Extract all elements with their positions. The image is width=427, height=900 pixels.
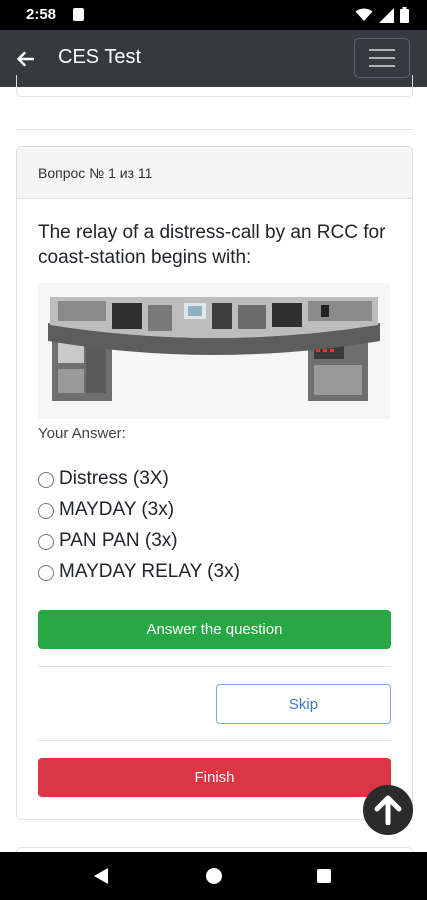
answer-option-label: MAYDAY RELAY (3x) bbox=[59, 560, 240, 582]
answer-option-label: PAN PAN (3x) bbox=[59, 529, 178, 551]
scroll-to-top-button[interactable] bbox=[363, 785, 413, 835]
signal-icon bbox=[379, 7, 394, 23]
question-counter: Вопрос № 1 из 11 bbox=[38, 165, 153, 181]
question-card: Вопрос № 1 из 11 The relay of a distress… bbox=[16, 146, 413, 820]
answer-option[interactable]: MAYDAY RELAY (3x) bbox=[38, 556, 240, 587]
status-time: 2:58 bbox=[26, 6, 57, 23]
system-nav-bar bbox=[0, 852, 427, 900]
status-bar: 2:58 bbox=[0, 0, 427, 30]
radio-button[interactable] bbox=[38, 565, 54, 581]
app-screen: 2:58 CES Test Вопрос № 1 из 11 The relay… bbox=[0, 0, 427, 900]
status-icons bbox=[355, 6, 409, 24]
finish-button[interactable]: Finish bbox=[38, 758, 391, 797]
answer-label: Your Answer: bbox=[38, 425, 126, 442]
radio-button[interactable] bbox=[38, 534, 54, 550]
radio-button[interactable] bbox=[38, 472, 54, 488]
back-arrow-icon bbox=[17, 51, 34, 67]
skip-button[interactable]: Skip bbox=[216, 684, 391, 724]
card-header: Вопрос № 1 из 11 bbox=[17, 147, 412, 199]
notification-icon bbox=[73, 8, 84, 21]
answer-option[interactable]: PAN PAN (3x) bbox=[38, 525, 240, 556]
arrow-up-icon bbox=[374, 795, 402, 825]
radio-button[interactable] bbox=[38, 503, 54, 519]
question-image bbox=[38, 283, 390, 419]
hamburger-menu-icon-line bbox=[369, 65, 395, 67]
control-console-illustration bbox=[38, 283, 390, 419]
answer-option[interactable]: Distress (3X) bbox=[38, 463, 240, 494]
back-button[interactable] bbox=[10, 44, 40, 74]
answer-options: Distress (3X) MAYDAY (3x) PAN PAN (3x) M… bbox=[38, 463, 240, 587]
answer-button[interactable]: Answer the question bbox=[38, 610, 391, 649]
answer-option-label: MAYDAY (3x) bbox=[59, 498, 175, 520]
divider bbox=[38, 740, 391, 741]
answer-option-label: Distress (3X) bbox=[59, 467, 169, 489]
nav-home-icon[interactable] bbox=[206, 868, 222, 884]
hamburger-menu-icon bbox=[369, 49, 395, 51]
battery-icon bbox=[400, 7, 409, 23]
app-title: CES Test bbox=[58, 46, 141, 68]
previous-card-edge bbox=[16, 75, 413, 97]
wifi-icon bbox=[355, 8, 373, 21]
nav-back-icon[interactable] bbox=[93, 867, 109, 885]
menu-toggle-button[interactable] bbox=[354, 38, 410, 78]
hamburger-menu-icon-line bbox=[369, 57, 395, 59]
divider bbox=[38, 666, 391, 667]
divider bbox=[16, 129, 413, 130]
nav-recents-icon[interactable] bbox=[317, 869, 331, 883]
answer-option[interactable]: MAYDAY (3x) bbox=[38, 494, 240, 525]
question-text: The relay of a distress-call by an RCC f… bbox=[38, 222, 386, 268]
